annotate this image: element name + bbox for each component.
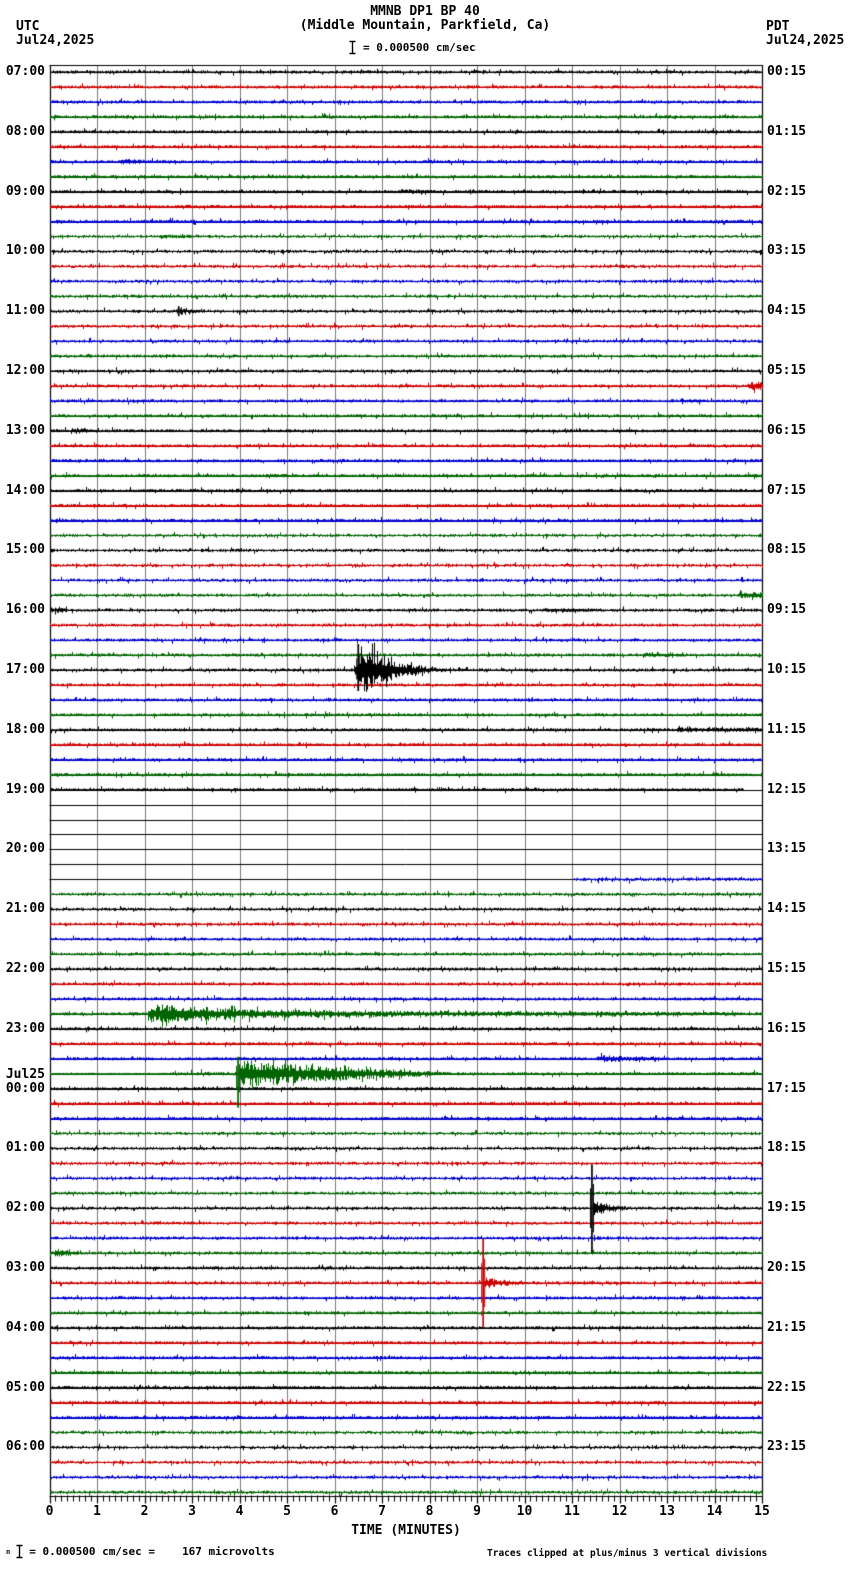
x-axis-title: TIME (MINUTES)	[351, 1523, 461, 1538]
utc-hour-label: 10:00	[5, 243, 45, 259]
pdt-hour-label: 16:15	[767, 1020, 807, 1036]
utc-hour-label: 20:00	[5, 841, 45, 857]
x-tick-label: 6	[330, 1504, 339, 1519]
x-tick-label: 12	[611, 1504, 628, 1519]
x-tick-label: 4	[235, 1504, 244, 1519]
pdt-hour-label: 13:15	[767, 841, 807, 857]
x-tick-label: 9	[473, 1504, 481, 1519]
pdt-hour-label: 08:15	[767, 542, 807, 558]
x-tick-label: 5	[283, 1504, 291, 1519]
scale-bar-icon	[349, 40, 356, 55]
x-tick-label: 0	[45, 1504, 54, 1519]
footer-microvolts-text: 167 microvolts	[182, 1545, 275, 1558]
pdt-hour-label: 00:15	[767, 64, 807, 79]
footer-scale-bar-icon	[16, 1544, 23, 1559]
x-tick-label: 8	[425, 1504, 434, 1519]
date-right-label: Jul24,2025	[766, 33, 845, 48]
footer-scale-text: = 0.000500 cm/sec =	[29, 1545, 156, 1558]
pdt-hour-label: 23:15	[767, 1439, 807, 1455]
x-tick-label: 2	[140, 1504, 149, 1519]
timezone-left-label: UTC	[16, 19, 40, 34]
utc-hour-label: 18:00	[5, 721, 45, 737]
pdt-hour-label: 10:15	[767, 662, 807, 677]
pdt-hour-label: 19:15	[767, 1200, 807, 1216]
pdt-hour-label: 22:15	[767, 1379, 807, 1395]
x-tick-label: 14	[706, 1504, 723, 1519]
utc-hour-label: 00:00	[5, 1080, 45, 1096]
x-tick-label: 13	[659, 1504, 675, 1519]
footer-clip-note: Traces clipped at plus/minus 3 vertical …	[487, 1548, 768, 1559]
utc-hour-label: 09:00	[5, 183, 45, 199]
x-tick-label: 15	[754, 1504, 770, 1519]
pdt-hour-label: 05:15	[767, 363, 807, 378]
utc-hour-label: 15:00	[5, 542, 45, 558]
utc-hour-label: 19:00	[5, 781, 45, 797]
x-tick-label: 10	[516, 1504, 533, 1519]
pdt-hour-label: 15:15	[767, 961, 807, 976]
pdt-hour-label: 12:15	[767, 781, 807, 797]
utc-hour-label: 17:00	[5, 662, 45, 677]
pdt-hour-label: 11:15	[767, 721, 807, 737]
utc-hour-label: 01:00	[5, 1140, 45, 1156]
date-left-label: Jul24,2025	[16, 33, 95, 48]
utc-hour-label: 23:00	[5, 1020, 45, 1036]
pdt-hour-label: 01:15	[767, 123, 807, 139]
timezone-right-label: PDT	[766, 19, 790, 34]
utc-hour-label: 05:00	[5, 1379, 45, 1395]
amplitude-scale: = 0.000500 cm/sec	[348, 40, 476, 55]
utc-hour-label: 04:00	[5, 1319, 45, 1335]
pdt-hour-label: 07:15	[767, 482, 807, 498]
pdt-hour-label: 06:15	[767, 422, 807, 438]
utc-hour-label: 06:00	[5, 1439, 45, 1455]
x-tick-label: 7	[378, 1504, 386, 1519]
x-tick-label: 11	[564, 1504, 580, 1519]
pdt-hour-label: 04:15	[767, 303, 807, 319]
utc-hour-label: 14:00	[5, 482, 45, 498]
pdt-hour-label: 21:15	[767, 1319, 807, 1335]
utc-hour-label: 13:00	[5, 422, 45, 438]
pdt-hour-label: 02:15	[767, 183, 807, 199]
pdt-hour-label: 17:15	[767, 1080, 807, 1096]
utc-hour-label: 12:00	[5, 363, 45, 378]
footer-scale-prefix: n	[6, 1547, 11, 1556]
pdt-hour-label: 09:15	[767, 602, 807, 618]
helicorder-page: MMNB DP1 BP 40 (Middle Mountain, Parkfie…	[0, 0, 850, 1584]
pdt-hour-label: 20:15	[767, 1260, 807, 1275]
pdt-hour-label: 14:15	[767, 901, 807, 917]
utc-hour-label: 22:00	[5, 961, 45, 976]
pdt-hour-label: 03:15	[767, 243, 807, 259]
amplitude-scale-label: = 0.000500 cm/sec	[363, 40, 476, 54]
x-tick-label: 3	[188, 1504, 196, 1519]
pdt-hour-label: 18:15	[767, 1140, 807, 1156]
utc-hour-label: 07:00	[5, 64, 45, 79]
page-title: MMNB DP1 BP 40	[370, 4, 480, 19]
utc-hour-label: 02:00	[5, 1200, 45, 1216]
page-subtitle: (Middle Mountain, Parkfield, Ca)	[299, 18, 551, 33]
utc-hour-label: 03:00	[5, 1260, 45, 1275]
utc-hour-label: 11:00	[5, 303, 45, 319]
day-rollover-label: Jul25	[5, 1066, 45, 1082]
utc-hour-label: 21:00	[5, 901, 45, 917]
utc-hour-label: 08:00	[5, 123, 45, 139]
utc-hour-label: 16:00	[5, 602, 45, 618]
seismogram-trace-canvas	[0, 0, 850, 1584]
footer-scale-equivalence: n = 0.000500 cm/sec = 167 microvolts	[6, 1544, 275, 1559]
x-tick-label: 1	[93, 1504, 101, 1519]
